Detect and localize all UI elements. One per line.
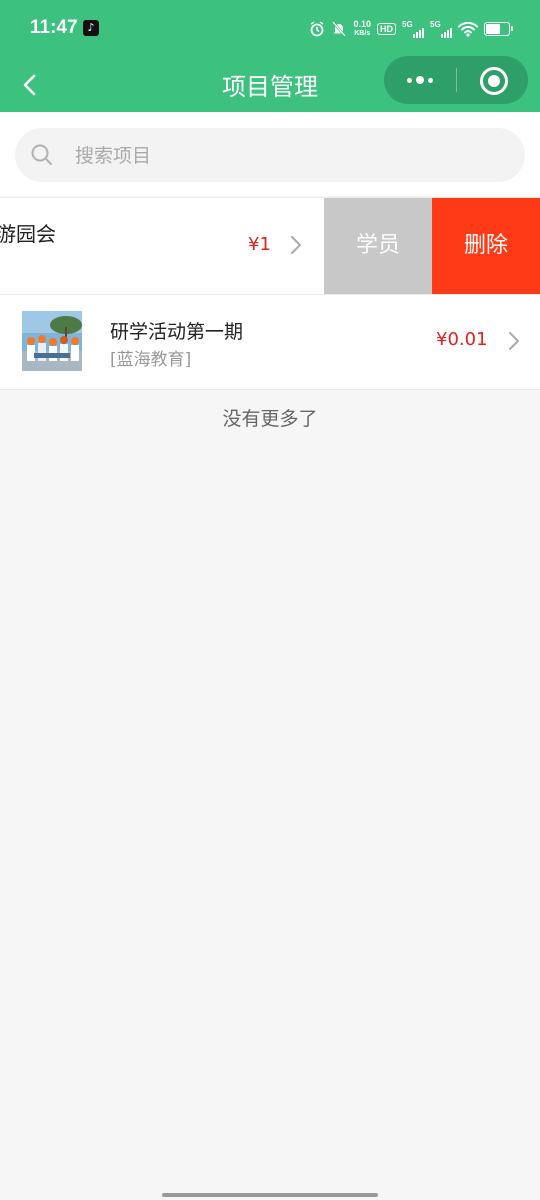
more-button[interactable] xyxy=(384,56,456,104)
delete-button[interactable]: 删除 xyxy=(432,198,540,294)
hd-badge: HD xyxy=(377,23,396,35)
project-row-swiped[interactable]: 游园会 ¥1 学员 删除 xyxy=(0,197,540,294)
project-thumbnail xyxy=(22,311,82,371)
project-organization: [蓝海教育] xyxy=(110,350,192,370)
more-dots-icon xyxy=(407,76,433,84)
signal-bars-icon xyxy=(413,28,424,38)
search-section xyxy=(0,112,540,196)
signal-5g-1: 5G xyxy=(402,20,424,38)
alarm-icon xyxy=(311,21,324,37)
students-button[interactable]: 学员 xyxy=(324,198,432,294)
miniprogram-capsule xyxy=(384,56,528,104)
status-time: 11:47 xyxy=(30,17,78,38)
net-speed-unit: KB/s xyxy=(354,30,371,37)
tiktok-notification-icon: ♪ xyxy=(83,20,99,36)
target-close-icon[interactable] xyxy=(480,67,508,95)
nav-bar: 项目管理 xyxy=(0,56,540,112)
search-bar[interactable] xyxy=(15,128,525,182)
battery-icon xyxy=(484,22,513,36)
signal-label: 5G xyxy=(402,20,413,29)
project-price: ¥0.01 xyxy=(436,329,488,350)
project-title: 游园会 xyxy=(0,222,56,246)
signal-label: 5G xyxy=(430,20,441,29)
status-bar: 11:47 ♪ 0.10 KB/s HD 5G 5G xyxy=(0,0,540,58)
chevron-right-icon xyxy=(509,332,519,350)
search-input[interactable] xyxy=(73,138,497,174)
search-icon xyxy=(31,144,52,165)
net-speed: 0.10 KB/s xyxy=(353,20,371,38)
signal-5g-2: 5G xyxy=(430,20,452,38)
status-icons: 0.10 KB/s HD 5G 5G xyxy=(309,18,513,40)
net-speed-value: 0.10 xyxy=(353,19,371,29)
home-indicator[interactable] xyxy=(162,1193,378,1197)
wifi-icon xyxy=(458,21,478,37)
signal-bars-icon xyxy=(441,28,452,38)
chevron-right-icon xyxy=(291,236,301,254)
capsule-divider xyxy=(456,68,457,92)
project-price: ¥1 xyxy=(248,234,271,255)
no-more-text: 没有更多了 xyxy=(222,408,318,430)
project-title: 研学活动第一期 xyxy=(110,321,244,343)
mute-bell-icon xyxy=(332,21,347,37)
header-bar: 11:47 ♪ 0.10 KB/s HD 5G 5G 项目管理 xyxy=(0,0,540,112)
project-row[interactable]: 研学活动第一期 [蓝海教育] ¥0.01 xyxy=(0,294,540,390)
